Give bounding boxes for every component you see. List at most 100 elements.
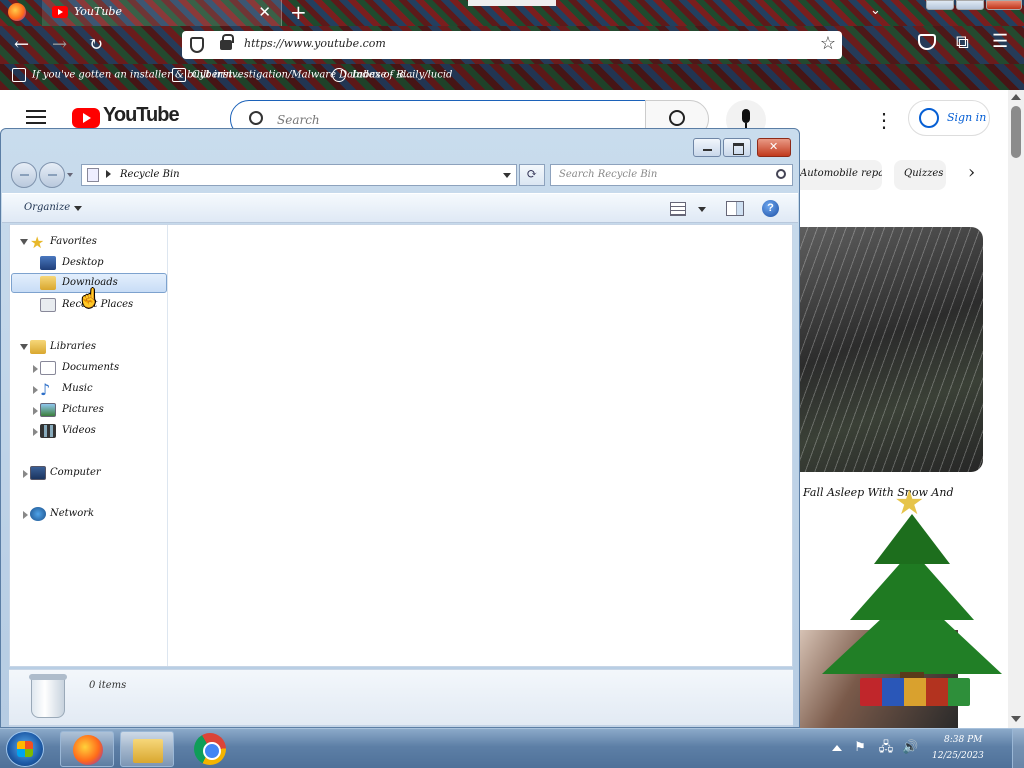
scroll-up-icon[interactable]	[1011, 94, 1021, 100]
filter-chip[interactable]: Quizzes	[894, 160, 946, 190]
clock-date[interactable]: 12/25/2023	[932, 751, 984, 761]
scroll-down-icon[interactable]	[1011, 716, 1021, 722]
sign-in-button[interactable]: Sign in	[908, 100, 990, 136]
expand-icon[interactable]	[23, 511, 28, 519]
search-icon	[669, 110, 685, 126]
start-button[interactable]	[6, 731, 44, 767]
refresh-button[interactable]: ⟳	[519, 164, 545, 186]
organize-button[interactable]: Organize	[24, 202, 83, 213]
recent-places-icon	[40, 298, 56, 312]
tree-item-computer[interactable]: Computer	[10, 464, 160, 484]
tree-item-documents[interactable]: Documents	[10, 359, 160, 379]
tab-youtube[interactable]: YouTube ✕	[42, 0, 282, 26]
expand-icon[interactable]	[23, 470, 28, 478]
recent-pages-icon[interactable]	[67, 173, 73, 177]
tab-close-icon[interactable]: ✕	[258, 3, 271, 21]
back-button[interactable]	[11, 162, 37, 188]
tree-item-network[interactable]: Network	[10, 505, 160, 525]
show-hidden-icons-icon[interactable]	[832, 745, 842, 751]
volume-icon[interactable]: 🔊	[902, 741, 918, 755]
action-center-icon[interactable]: ⚑	[852, 741, 868, 755]
expand-icon[interactable]	[33, 386, 38, 394]
bookmarks-toolbar: If you've gotten an installer & built in…	[0, 64, 1024, 90]
recycle-bin-icon	[29, 674, 67, 718]
help-icon[interactable]: ?	[762, 200, 779, 217]
network-icon[interactable]: 🖧	[878, 741, 894, 755]
chevron-down-icon[interactable]	[698, 207, 706, 212]
search-icon	[776, 169, 786, 179]
bookmark-star-icon[interactable]: ☆	[820, 33, 836, 54]
youtube-wordmark[interactable]: YouTube	[103, 104, 180, 127]
tree-item-music[interactable]: ♪ Music	[10, 380, 160, 400]
url-text[interactable]: https://www.youtube.com	[244, 37, 386, 50]
expand-icon[interactable]	[33, 365, 38, 373]
chevron-down-icon[interactable]	[503, 173, 511, 178]
browser-close-button[interactable]	[986, 0, 1022, 10]
videos-icon	[40, 424, 56, 438]
firefox-logo-icon	[8, 3, 26, 21]
scrollbar-thumb[interactable]	[1011, 106, 1021, 158]
minimize-button[interactable]	[693, 138, 721, 157]
book-icon	[12, 68, 26, 82]
close-button[interactable]	[757, 138, 791, 157]
reload-button[interactable]: ↻	[88, 34, 103, 55]
account-icon	[919, 108, 939, 128]
tracking-protection-icon[interactable]	[190, 37, 204, 53]
preview-pane-icon[interactable]	[726, 201, 744, 216]
documents-icon	[40, 361, 56, 375]
list-tabs-button[interactable]: ⌄	[870, 3, 881, 18]
music-icon: ♪	[40, 380, 51, 399]
nav-bar: ← → ↻ https://www.youtube.com ☆ ⧉ ☰	[0, 26, 1024, 64]
tree-item-favorites[interactable]: ★ Favorites	[10, 233, 160, 253]
expand-icon[interactable]	[33, 428, 38, 436]
tree-tier	[874, 514, 950, 564]
taskbar: ⚑ 🖧 🔊 8:38 PM 12/25/2023	[0, 728, 1024, 768]
globe-icon	[332, 68, 346, 82]
show-desktop-button[interactable]	[1012, 729, 1024, 768]
tree-item-pictures[interactable]: Pictures	[10, 401, 160, 421]
extensions-icon[interactable]: ⧉	[956, 32, 969, 53]
back-button[interactable]: ←	[14, 34, 29, 55]
guide-menu-icon[interactable]	[26, 110, 46, 124]
new-tab-button[interactable]: +	[290, 0, 307, 24]
forward-button[interactable]: →	[52, 34, 67, 55]
address-bar[interactable]: Recycle Bin	[81, 164, 517, 186]
taskbar-firefox[interactable]	[60, 731, 114, 767]
filter-chip[interactable]: Automobile repair shops	[790, 160, 882, 190]
browser-minimize-button[interactable]	[926, 0, 954, 10]
expand-icon[interactable]	[33, 407, 38, 415]
collapse-icon[interactable]	[20, 344, 28, 350]
lock-icon[interactable]	[220, 34, 234, 50]
search-icon	[249, 111, 263, 125]
tree-item-libraries[interactable]: Libraries	[10, 338, 160, 358]
change-view-icon[interactable]	[670, 202, 686, 216]
file-list[interactable]	[169, 225, 792, 666]
pocket-icon[interactable]	[918, 34, 936, 50]
command-bar: Organize ?	[2, 193, 798, 223]
maximize-button[interactable]	[723, 138, 751, 157]
video-thumbnail[interactable]	[798, 227, 983, 472]
page-scrollbar[interactable]	[1008, 90, 1024, 728]
computer-icon	[30, 466, 46, 480]
forward-button[interactable]	[39, 162, 65, 188]
tree-item-desktop[interactable]: Desktop	[10, 254, 160, 274]
chrome-icon[interactable]	[194, 733, 226, 765]
taskbar-explorer[interactable]	[120, 731, 174, 767]
browser-maximize-button[interactable]	[956, 0, 984, 10]
url-bar[interactable]: https://www.youtube.com ☆	[182, 31, 842, 59]
desktop-icon	[40, 256, 56, 270]
search-input[interactable]: Search Recycle Bin	[550, 164, 793, 186]
more-options-icon[interactable]: ⋮	[874, 108, 894, 132]
youtube-logo-icon[interactable]	[72, 108, 100, 128]
search-placeholder: Search Recycle Bin	[559, 169, 658, 180]
drag-handle[interactable]	[468, 0, 556, 6]
breadcrumb[interactable]: Recycle Bin	[120, 169, 180, 180]
collapse-icon[interactable]	[20, 239, 28, 245]
clock-time[interactable]: 8:38 PM	[944, 735, 982, 745]
chevron-right-icon[interactable]: ›	[968, 162, 975, 183]
app-menu-button[interactable]: ☰	[992, 31, 1008, 52]
bookmark-item[interactable]: Index of -daily/lucid	[332, 68, 452, 82]
tree-item-videos[interactable]: Videos	[10, 422, 160, 442]
window-bottom-edge	[9, 725, 793, 727]
chevron-right-icon[interactable]	[106, 170, 111, 178]
